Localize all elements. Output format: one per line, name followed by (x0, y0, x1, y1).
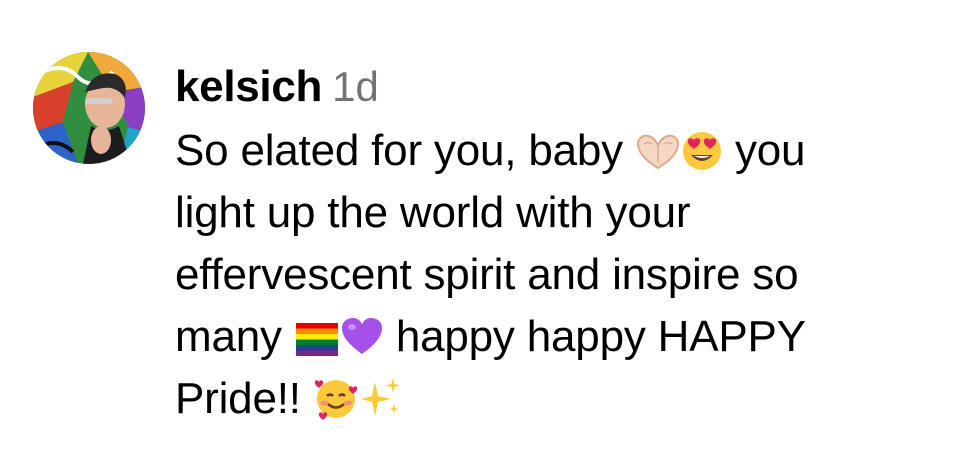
avatar[interactable] (33, 52, 145, 164)
comment-text: So elated for you, baby you light up the… (175, 120, 935, 430)
comment-item: kelsich 1d So elated for you, baby you l… (33, 52, 953, 430)
smiling-face-with-hearts-emoji (313, 376, 359, 420)
heart-eyes-emoji (681, 130, 723, 172)
comment-body: kelsich 1d So elated for you, baby you l… (175, 62, 935, 430)
comment-text-segment: So elated for you, baby (175, 126, 635, 175)
sparkles-emoji (359, 376, 403, 420)
comment-header: kelsich 1d (175, 62, 935, 112)
username[interactable]: kelsich (175, 62, 322, 112)
timestamp[interactable]: 1d (332, 63, 379, 111)
purple-heart-emoji (340, 316, 384, 358)
heart-hands-emoji (635, 132, 681, 172)
rainbow-flag-emoji (294, 320, 340, 358)
avatar-photo-icon (33, 52, 145, 164)
